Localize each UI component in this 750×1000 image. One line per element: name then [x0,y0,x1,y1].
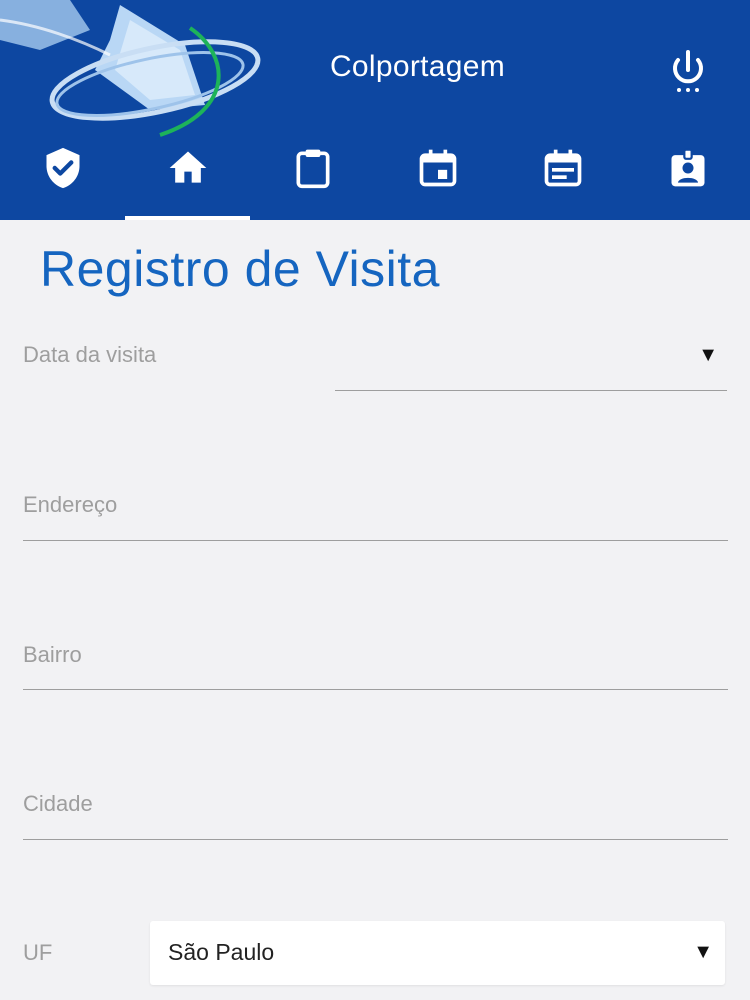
app-header: Colportagem [0,0,750,220]
power-icon[interactable] [660,48,716,96]
neighborhood-underline [23,689,728,690]
state-selected-value: São Paulo [168,939,275,965]
tab-calendar-notes[interactable] [500,128,625,220]
calendar-notes-icon [544,149,581,187]
tab-bar [0,128,750,220]
home-icon [169,151,206,183]
page-title: Registro de Visita [40,241,440,297]
tab-clipboard[interactable] [250,128,375,220]
verified-shield-icon [46,147,79,189]
visit-date-underline [335,390,727,391]
address-underline [23,540,728,541]
tab-verified[interactable] [0,128,125,220]
chevron-down-icon: ▼ [693,941,713,963]
tab-contact[interactable] [625,128,750,220]
globe-book-logo [0,0,261,137]
contact-badge-icon [671,148,704,187]
neighborhood-input[interactable] [23,648,732,690]
city-input[interactable] [23,797,732,839]
visit-date-label: Data da visita [23,342,157,367]
chevron-down-icon: ▼ [698,344,718,366]
city-underline [23,839,728,840]
visit-date-select[interactable]: ▼ [335,332,727,390]
state-select[interactable]: São Paulo ▼ [150,921,725,985]
address-input[interactable] [23,498,732,540]
calendar-event-icon [419,149,456,187]
tab-home[interactable] [125,128,250,220]
state-label: UF [23,940,53,965]
app-title: Colportagem [329,50,506,83]
clipboard-icon [296,149,329,189]
tab-calendar-event[interactable] [375,128,500,220]
